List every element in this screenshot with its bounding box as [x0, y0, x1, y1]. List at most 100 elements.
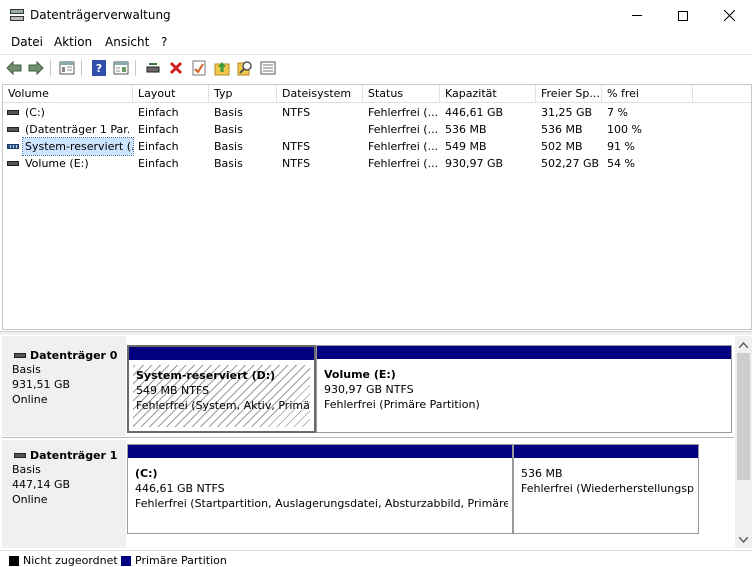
partition-status: Fehlerfrei (System, Aktiv, Primäre Parti…: [136, 399, 310, 412]
menu-aktion[interactable]: Aktion: [54, 35, 92, 49]
cell-volume: Volume (E:): [25, 157, 89, 170]
console-tree-button[interactable]: [58, 59, 76, 77]
table-row[interactable]: (C:) Einfach Basis NTFS Fehlerfrei (... …: [3, 104, 751, 121]
cell-kapazitaet: 549 MB: [445, 140, 487, 153]
cell-freier-speicher: 31,25 GB: [541, 106, 593, 119]
maximize-icon: [678, 10, 688, 21]
cell-prozent-frei: 7 %: [607, 106, 628, 119]
disk-name: Datenträger 1: [30, 449, 118, 462]
graph-vertical-scrollbar[interactable]: [735, 336, 752, 548]
forward-button[interactable]: [27, 59, 45, 77]
partition-status: Fehlerfrei (Wiederherstellungspartition): [521, 482, 694, 495]
partition-type-bar: [317, 346, 731, 359]
disk-size: 447,14 GB: [12, 478, 71, 491]
disk-state: Online: [12, 393, 48, 406]
partition-system-reserved[interactable]: System-reserviert (D:) 549 MB NTFS Fehle…: [127, 345, 316, 433]
disk-icon: [14, 353, 26, 358]
cell-layout: Einfach: [138, 157, 179, 170]
folder-up-button[interactable]: [213, 59, 231, 77]
delete-icon: [169, 61, 183, 75]
cell-typ: Basis: [214, 123, 243, 136]
menu-bar: Datei Aktion Ansicht ?: [0, 32, 752, 52]
cell-status: Fehlerfrei (...: [368, 157, 439, 170]
help-icon: ?: [92, 60, 106, 76]
volume-icon: [7, 110, 19, 115]
console-tree-icon: [59, 61, 75, 75]
check-button[interactable]: [190, 59, 208, 77]
cell-layout: Einfach: [138, 106, 179, 119]
scroll-up-button[interactable]: [735, 336, 752, 353]
partition-content: Volume (E:) 930,97 GB NTFS Fehlerfrei (P…: [321, 364, 727, 428]
title-bar: Datenträgerverwaltung: [0, 0, 752, 31]
column-header-typ[interactable]: Typ: [209, 85, 277, 103]
disk-0-title: Datenträger 0: [12, 349, 126, 362]
disk-type: Basis: [12, 463, 41, 476]
partition-size: 536 MB: [521, 467, 563, 480]
back-button[interactable]: [5, 59, 23, 77]
partition-recovery[interactable]: 536 MB Fehlerfrei (Wiederherstellungspar…: [513, 444, 699, 534]
cell-dateisystem: NTFS: [282, 106, 311, 119]
search-button[interactable]: [236, 59, 254, 77]
volume-list[interactable]: Volume Layout Typ Dateisystem Status Kap…: [2, 84, 752, 330]
list-button[interactable]: [259, 59, 277, 77]
column-header-dateisystem[interactable]: Dateisystem: [277, 85, 363, 103]
disk-1-info[interactable]: Datenträger 1 Basis 447,14 GB Online: [2, 440, 126, 548]
cell-status: Fehlerfrei (...: [368, 106, 439, 119]
folder-up-icon: [214, 62, 230, 76]
chevron-down-icon: [739, 536, 748, 543]
cell-volume: (Datenträger 1 Par...: [25, 123, 131, 136]
close-icon: [723, 10, 735, 21]
properties-icon: [113, 61, 129, 75]
menu-datei[interactable]: Datei: [11, 35, 43, 49]
volume-icon: [7, 161, 19, 166]
properties-button[interactable]: [112, 59, 130, 77]
volume-icon: [7, 127, 19, 132]
toolbar: ?: [0, 54, 752, 80]
cell-layout: Einfach: [138, 140, 179, 153]
cell-typ: Basis: [214, 140, 243, 153]
column-header-kapazitaet[interactable]: Kapazität: [440, 85, 536, 103]
disk-state: Online: [12, 493, 48, 506]
table-row-selected[interactable]: System-reserviert (... Einfach Basis NTF…: [3, 137, 751, 156]
delete-button[interactable]: [167, 59, 185, 77]
disk-0-info[interactable]: Datenträger 0 Basis 931,51 GB Online: [2, 336, 126, 436]
disk-graphical-view: Datenträger 0 Basis 931,51 GB Online Sys…: [2, 336, 734, 548]
connect-button[interactable]: [144, 59, 162, 77]
cell-kapazitaet: 536 MB: [445, 123, 487, 136]
cell-kapazitaet: 446,61 GB: [445, 106, 504, 119]
menu-ansicht[interactable]: Ansicht: [105, 35, 149, 49]
pane-splitter[interactable]: [0, 331, 752, 335]
toolbar-separator: [81, 60, 82, 76]
legend-bar: Nicht zugeordnet Primäre Partition: [0, 550, 752, 567]
cell-prozent-frei: 100 %: [607, 123, 642, 136]
column-header-freier-speicher[interactable]: Freier Sp...: [536, 85, 602, 103]
partition-volume-e[interactable]: Volume (E:) 930,97 GB NTFS Fehlerfrei (P…: [316, 345, 732, 433]
column-header-volume[interactable]: Volume: [3, 85, 133, 103]
legend-primary: Primäre Partition: [121, 554, 227, 567]
table-row[interactable]: (Datenträger 1 Par... Einfach Basis Fehl…: [3, 121, 751, 138]
legend-unallocated: Nicht zugeordnet: [9, 554, 118, 567]
menu-help[interactable]: ?: [161, 35, 167, 49]
scroll-thumb[interactable]: [737, 353, 750, 480]
column-header-layout[interactable]: Layout: [133, 85, 209, 103]
partition-name: System-reserviert (D:): [136, 369, 276, 382]
scroll-down-button[interactable]: [735, 531, 752, 548]
help-button[interactable]: ?: [90, 59, 108, 77]
cell-freier-speicher: 536 MB: [541, 123, 583, 136]
close-button[interactable]: [706, 0, 752, 31]
partition-c[interactable]: (C:) 446,61 GB NTFS Fehlerfrei (Startpar…: [127, 444, 513, 534]
partition-name: (C:): [135, 467, 158, 480]
window-title: Datenträgerverwaltung: [30, 8, 171, 22]
table-row[interactable]: Volume (E:) Einfach Basis NTFS Fehlerfre…: [3, 155, 751, 172]
minimize-icon: [632, 15, 642, 16]
cell-prozent-frei: 91 %: [607, 140, 635, 153]
column-header-status[interactable]: Status: [363, 85, 440, 103]
svg-text:?: ?: [96, 62, 102, 75]
minimize-button[interactable]: [614, 0, 660, 31]
legend-label: Nicht zugeordnet: [23, 554, 118, 567]
maximize-button[interactable]: [660, 0, 706, 31]
column-header-prozent-frei[interactable]: % frei: [602, 85, 693, 103]
partition-status: Fehlerfrei (Startpartition, Auslagerungs…: [135, 497, 508, 510]
chevron-up-icon: [739, 341, 748, 348]
connect-icon: [146, 63, 160, 73]
